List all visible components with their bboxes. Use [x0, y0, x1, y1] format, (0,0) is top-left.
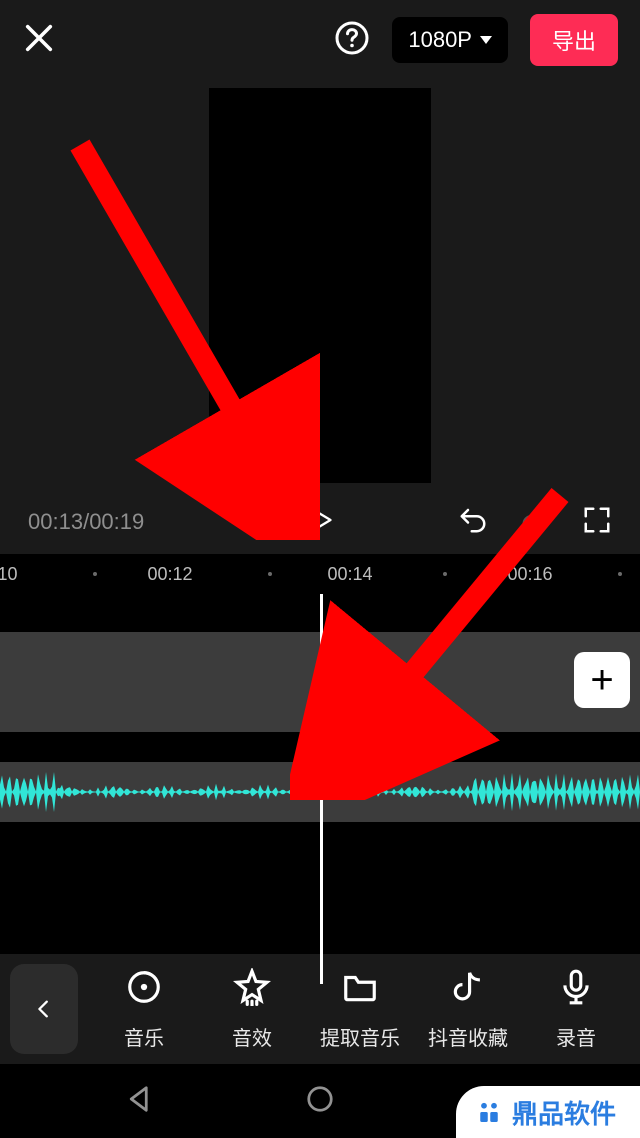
export-button[interactable]: 导出 — [530, 14, 618, 66]
playhead[interactable] — [320, 594, 323, 984]
watermark-badge: 鼎品软件 — [456, 1086, 640, 1138]
tool-douyin[interactable]: 抖音收藏 — [414, 968, 522, 1051]
ruler-dot — [443, 572, 447, 576]
toolbar-back-button[interactable] — [10, 964, 78, 1054]
nav-back-button[interactable] — [125, 1084, 155, 1119]
play-button[interactable] — [300, 506, 340, 539]
ruler-tick-label: 00:16 — [507, 564, 552, 585]
plus-icon: + — [590, 658, 613, 703]
tool-label: 抖音收藏 — [428, 1022, 508, 1051]
timeline[interactable]: + — [0, 594, 640, 984]
star-sfx-icon — [233, 968, 271, 1012]
watermark-text: 鼎品软件 — [512, 1094, 616, 1131]
tool-star-sfx[interactable]: 音效 — [198, 968, 306, 1051]
tool-label: 音效 — [232, 1022, 272, 1051]
close-button[interactable] — [22, 21, 334, 60]
caret-down-icon — [480, 36, 492, 44]
tool-microphone[interactable]: 录音 — [522, 968, 630, 1051]
ruler-tick-label: 0:10 — [0, 564, 18, 585]
ruler-dot — [618, 572, 622, 576]
music-disc-icon — [125, 968, 163, 1012]
ruler-dot — [268, 572, 272, 576]
tool-label: 音乐 — [124, 1022, 164, 1051]
resolution-label: 1080P — [408, 27, 472, 53]
tool-label: 提取音乐 — [320, 1022, 400, 1051]
resolution-selector[interactable]: 1080P — [392, 17, 508, 63]
help-icon[interactable] — [334, 20, 370, 61]
video-frame[interactable] — [209, 88, 431, 483]
undo-button[interactable] — [458, 505, 488, 540]
watermark-logo-icon — [474, 1097, 504, 1127]
ruler-tick-label: 00:12 — [147, 564, 192, 585]
folder-icon — [341, 968, 379, 1012]
nav-home-button[interactable] — [305, 1084, 335, 1119]
timeline-ruler[interactable]: 0:10 00:12 00:14 00:16 — [0, 554, 640, 594]
tool-label: 录音 — [556, 1022, 596, 1051]
tool-music-disc[interactable]: 音乐 — [90, 968, 198, 1051]
ruler-tick-label: 00:14 — [327, 564, 372, 585]
add-clip-button[interactable]: + — [574, 652, 630, 708]
douyin-icon — [449, 968, 487, 1012]
fullscreen-button[interactable] — [582, 505, 612, 540]
time-display: 00:13/00:19 — [28, 509, 300, 535]
ruler-dot — [93, 572, 97, 576]
redo-button[interactable] — [520, 505, 550, 540]
microphone-icon — [557, 968, 595, 1012]
video-preview — [0, 80, 640, 490]
